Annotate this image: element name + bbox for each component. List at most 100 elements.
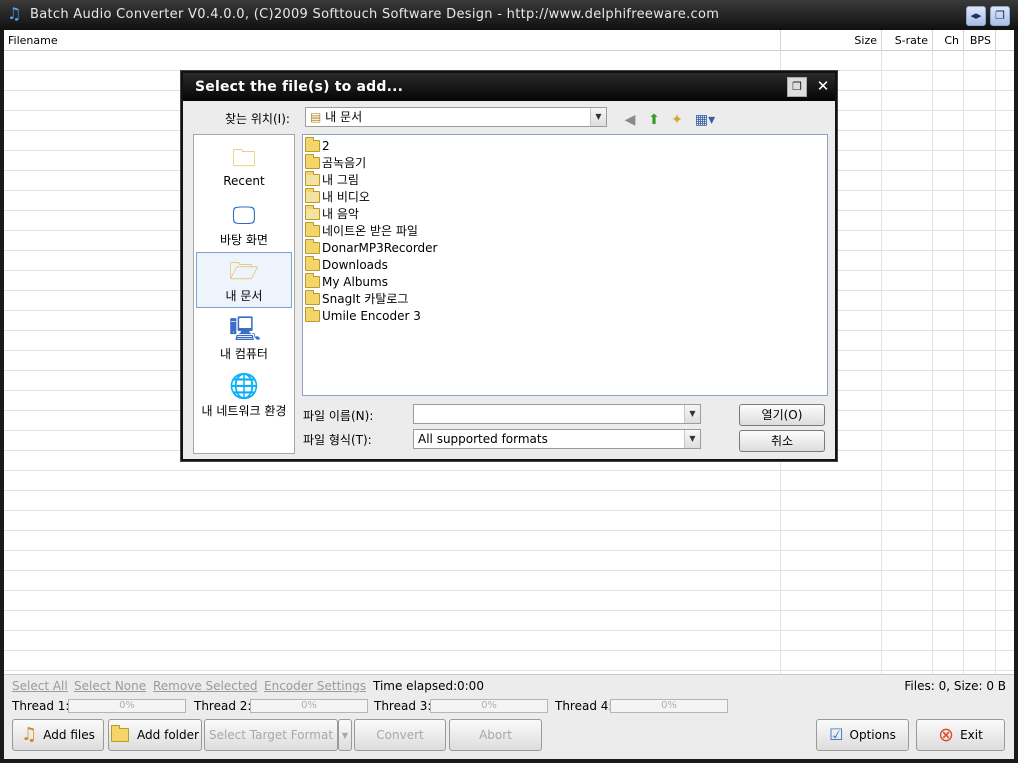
documents-folder-icon: 🗁	[229, 257, 259, 285]
up-folder-icon[interactable]: ⬆	[644, 111, 664, 129]
dialog-restore-button[interactable]: ❐	[787, 77, 807, 97]
thread-4-progress: 0%	[610, 699, 728, 713]
convert-button[interactable]: Convert	[354, 719, 446, 751]
music-file-icon: ♫	[21, 724, 38, 745]
filetype-select[interactable]: All supported formats ▼	[413, 429, 701, 449]
app-window: ♫ Batch Audio Converter V0.4.0.0, (C)200…	[0, 0, 1018, 763]
videos-folder-icon	[305, 187, 320, 203]
column-header-filename[interactable]: Filename	[4, 30, 781, 51]
bottom-panel: Select All Select None Remove Selected E…	[4, 674, 1014, 759]
thread-2-label: Thread 2:	[194, 699, 252, 713]
file-list[interactable]: 2 곰녹음기 내 그림 내 비디오 내 음악 네이트온 받은 파일 DonarM…	[302, 134, 828, 396]
filetype-label: 파일 형식(T):	[303, 433, 372, 447]
restore-button[interactable]: ❐	[990, 6, 1010, 26]
time-elapsed-label: Time elapsed:	[373, 679, 458, 693]
folder-icon	[305, 136, 320, 152]
dialog-title-bar[interactable]: Select the file(s) to add... ❐ ✕	[183, 73, 835, 101]
exit-button[interactable]: ⊗ Exit	[916, 719, 1005, 751]
list-item[interactable]: 내 그림	[305, 170, 827, 188]
dialog-title: Select the file(s) to add...	[195, 79, 404, 95]
filename-label: 파일 이름(N):	[303, 409, 374, 423]
select-none-link[interactable]: Select None	[74, 679, 146, 693]
remove-selected-link[interactable]: Remove Selected	[153, 679, 258, 693]
folder-icon	[305, 289, 320, 305]
lookin-combo[interactable]: ▤ 내 문서 ▼	[305, 107, 607, 127]
thread-4-label: Thread 4:	[555, 699, 613, 713]
column-header-ch[interactable]: Ch	[933, 30, 964, 51]
list-item[interactable]: 네이트온 받은 파일	[305, 221, 827, 239]
minimize-button[interactable]: ◂▸	[966, 6, 986, 26]
chevron-down-icon[interactable]: ▼	[684, 405, 700, 423]
open-file-dialog: Select the file(s) to add... ❐ ✕ 찾는 위치(I…	[181, 71, 837, 461]
thread-3-progress: 0%	[430, 699, 548, 713]
list-item[interactable]: 2	[305, 136, 827, 154]
chevron-down-icon[interactable]: ▼	[590, 108, 606, 126]
back-icon[interactable]: ◀	[620, 111, 640, 129]
grid-column-divider	[932, 30, 933, 674]
documents-folder-icon: ▤	[310, 110, 322, 124]
target-format-dropdown-button[interactable]: ▼	[338, 719, 352, 751]
thread-1-label: Thread 1:	[12, 699, 70, 713]
list-item[interactable]: 곰녹음기	[305, 153, 827, 171]
folder-icon	[305, 255, 320, 271]
list-item[interactable]: 내 비디오	[305, 187, 827, 205]
list-item[interactable]: DonarMP3Recorder	[305, 238, 827, 256]
add-folder-button[interactable]: Add folder	[108, 719, 202, 751]
grid-column-divider	[963, 30, 964, 674]
new-folder-icon[interactable]: ✦	[667, 111, 687, 129]
list-item[interactable]: My Albums	[305, 272, 827, 290]
column-header-bps[interactable]: BPS	[964, 30, 996, 51]
thread-2-progress: 0%	[250, 699, 368, 713]
view-menu-icon[interactable]: ▦▾	[692, 111, 718, 129]
chevron-down-icon[interactable]: ▼	[684, 430, 700, 448]
close-circle-icon: ⊗	[938, 724, 955, 746]
thread-1-progress: 0%	[68, 699, 186, 713]
filename-input[interactable]: ▼	[413, 404, 701, 424]
folder-icon	[305, 306, 320, 322]
folder-icon	[305, 221, 320, 237]
folder-icon	[305, 153, 320, 169]
computer-icon: 🖳	[229, 315, 262, 343]
checklist-icon: ☑	[829, 725, 844, 744]
place-network[interactable]: 🌐 내 네트워크 환경	[196, 368, 292, 424]
place-my-documents[interactable]: 🗁 내 문서	[196, 252, 292, 308]
list-item[interactable]: Downloads	[305, 255, 827, 273]
list-item[interactable]: 내 음악	[305, 204, 827, 222]
desktop-icon: 🖵	[232, 201, 256, 229]
column-header-size[interactable]: Size	[781, 30, 882, 51]
lookin-label: 찾는 위치(I):	[225, 112, 290, 126]
window-title: Batch Audio Converter V0.4.0.0, (C)2009 …	[30, 7, 720, 22]
music-note-icon: ♫	[7, 4, 22, 23]
open-button[interactable]: 열기(O)	[739, 404, 825, 426]
options-button[interactable]: ☑ Options	[816, 719, 909, 751]
grid-column-divider	[995, 30, 996, 674]
time-elapsed-value: 0:00	[457, 679, 484, 693]
network-globe-icon: 🌐	[229, 372, 259, 400]
place-my-computer[interactable]: 🖳 내 컴퓨터	[196, 311, 292, 367]
recent-folder-icon: 🗀	[232, 144, 256, 172]
abort-button[interactable]: Abort	[449, 719, 542, 751]
folder-icon	[111, 725, 130, 742]
list-item[interactable]: Umile Encoder 3	[305, 306, 827, 324]
encoder-settings-link[interactable]: Encoder Settings	[264, 679, 366, 693]
select-all-link[interactable]: Select All	[12, 679, 68, 693]
places-bar: 🗀 Recent 🖵 바탕 화면 🗁 내 문서 🖳 내 컴퓨터 🌐 내 네트워크…	[193, 134, 295, 454]
folder-icon	[305, 272, 320, 288]
place-desktop[interactable]: 🖵 바탕 화면	[196, 197, 292, 253]
title-bar[interactable]: ♫ Batch Audio Converter V0.4.0.0, (C)200…	[0, 0, 1018, 30]
grid-header: Filename Size S-rate Ch BPS	[4, 30, 1014, 51]
files-status: Files: 0, Size: 0 B	[904, 679, 1006, 693]
place-recent[interactable]: 🗀 Recent	[196, 140, 292, 196]
thread-3-label: Thread 3:	[374, 699, 432, 713]
cancel-button[interactable]: 취소	[739, 430, 825, 452]
column-header-srate[interactable]: S-rate	[882, 30, 933, 51]
pictures-folder-icon	[305, 170, 320, 186]
chevron-down-icon: ▼	[341, 730, 349, 740]
folder-icon	[305, 238, 320, 254]
add-files-button[interactable]: ♫ Add files	[12, 719, 104, 751]
dialog-close-button[interactable]: ✕	[813, 76, 833, 96]
select-target-format-button[interactable]: Select Target Format	[204, 719, 338, 751]
music-folder-icon	[305, 204, 320, 220]
list-item[interactable]: SnagIt 카탈로그	[305, 289, 827, 307]
grid-column-divider	[881, 30, 882, 674]
